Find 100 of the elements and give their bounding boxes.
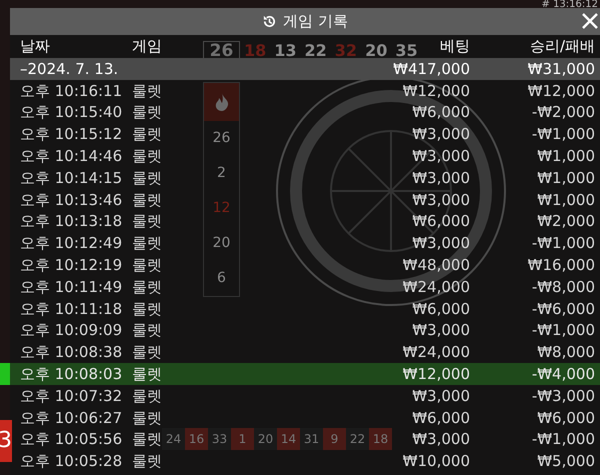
group-date: –2024. 7. 13. [20, 60, 118, 78]
row-result[interactable]: ₩1,000 [537, 168, 595, 187]
row-bet[interactable]: ₩10,000 [402, 452, 470, 470]
racetrack-number: 9 [323, 428, 346, 450]
row-game[interactable]: 룰렛 [132, 343, 162, 362]
row-time[interactable]: 오후 10:11:18 [20, 300, 122, 318]
row-result[interactable]: -₩1,000 [532, 430, 595, 448]
row-game[interactable]: 룰렛 [132, 300, 162, 318]
row-result[interactable]: ₩12,000 [528, 82, 595, 100]
row-game[interactable]: 룰렛 [132, 278, 162, 296]
row-result[interactable]: -₩4,000 [532, 365, 595, 384]
row-game[interactable]: 룰렛 [132, 430, 162, 448]
row-result[interactable]: ₩16,000 [528, 256, 595, 274]
racetrack-number: 18 [369, 428, 392, 450]
column-header: 베팅 [440, 37, 470, 56]
row-bet[interactable]: ₩6,000 [412, 212, 470, 230]
racetrack-number: 16 [185, 428, 208, 450]
row-result[interactable]: -₩2,000 [532, 103, 595, 122]
recent-result: 32 [334, 41, 358, 61]
row-result[interactable]: -₩1,000 [532, 125, 595, 144]
row-result[interactable]: ₩1,000 [537, 147, 595, 166]
row-time[interactable]: 오후 10:08:38 [20, 343, 122, 362]
row-bet[interactable]: ₩3,000 [412, 386, 470, 405]
hot-number: 2 [217, 164, 226, 183]
recent-result: 26 [203, 41, 240, 61]
recent-result: 22 [304, 41, 327, 61]
row-bet[interactable]: ₩6,000 [412, 103, 470, 122]
row-bet[interactable]: ₩48,000 [402, 256, 470, 274]
row-bet[interactable]: ₩3,000 [412, 190, 470, 209]
row-game[interactable]: 룰렛 [132, 365, 162, 384]
row-time[interactable]: 오후 10:05:28 [20, 452, 122, 470]
row-game[interactable]: 룰렛 [132, 321, 162, 340]
row-bet[interactable]: ₩3,000 [412, 321, 470, 340]
row-game[interactable]: 룰렛 [132, 452, 162, 470]
row-time[interactable]: 오후 10:14:46 [20, 147, 122, 166]
row-result[interactable]: -₩6,000 [532, 300, 595, 318]
group-bet-total: ₩417,000 [393, 60, 470, 78]
row-time[interactable]: 오후 10:15:40 [20, 103, 122, 122]
recent-result: 18 [244, 41, 266, 61]
row-bet[interactable]: ₩3,000 [412, 125, 470, 144]
row-time[interactable]: 오후 10:11:49 [20, 278, 122, 296]
row-result[interactable]: ₩1,000 [537, 190, 595, 209]
column-header: 승리/패배 [530, 37, 595, 56]
racetrack-number: 33 [208, 428, 231, 450]
row-result[interactable]: -₩1,000 [532, 234, 595, 252]
row-game[interactable]: 룰렛 [132, 147, 162, 166]
row-time[interactable]: 오후 10:15:12 [20, 125, 122, 144]
row-time[interactable]: 오후 10:08:03 [20, 365, 122, 384]
row-bet[interactable]: ₩24,000 [402, 343, 470, 362]
row-result[interactable]: -₩8,000 [532, 278, 595, 296]
column-header: 날짜 [20, 37, 50, 56]
row-bet[interactable]: ₩3,000 [412, 147, 470, 166]
row-game[interactable]: 룰렛 [132, 125, 162, 144]
row-game[interactable]: 룰렛 [132, 234, 162, 252]
row-time[interactable]: 오후 10:05:56 [20, 430, 122, 448]
row-game[interactable]: 룰렛 [132, 82, 162, 100]
row-time[interactable]: 오후 10:07:32 [20, 386, 122, 405]
row-result[interactable]: -₩3,000 [532, 386, 595, 405]
history-icon [262, 14, 278, 29]
recent-result: 13 [274, 41, 297, 61]
row-bet[interactable]: ₩3,000 [412, 168, 470, 187]
row-bet[interactable]: ₩6,000 [412, 300, 470, 318]
recent-result: 35 [395, 41, 418, 61]
row-bet[interactable]: ₩12,000 [402, 365, 470, 384]
row-bet[interactable]: ₩3,000 [412, 234, 470, 252]
row-bet[interactable]: ₩3,000 [412, 430, 470, 448]
racetrack-number: 31 [300, 428, 323, 450]
recent-result: 20 [365, 41, 388, 61]
dialog-title: 게임 기록 [283, 11, 348, 32]
row-bet[interactable]: ₩12,000 [402, 82, 470, 100]
row-game[interactable]: 룰렛 [132, 386, 162, 405]
row-time[interactable]: 오후 10:13:46 [20, 190, 122, 209]
row-time[interactable]: 오후 10:14:15 [20, 168, 122, 187]
row-result[interactable]: -₩1,000 [532, 321, 595, 340]
row-time[interactable]: 오후 10:12:49 [20, 234, 122, 252]
hot-number: 6 [217, 269, 226, 288]
row-time[interactable]: 오후 10:12:19 [20, 256, 122, 274]
row-time[interactable]: 오후 10:09:09 [20, 321, 122, 340]
row-game[interactable]: 룰렛 [132, 256, 162, 274]
row-game[interactable]: 룰렛 [132, 212, 162, 230]
row-bet[interactable]: ₩6,000 [412, 408, 470, 427]
column-header: 게임 [132, 37, 162, 56]
row-result[interactable]: ₩2,000 [537, 212, 595, 230]
racetrack-number: 20 [254, 428, 277, 450]
group-result-total: ₩31,000 [528, 60, 595, 78]
close-button[interactable] [580, 11, 600, 31]
row-result[interactable]: ₩6,000 [537, 408, 595, 427]
row-game[interactable]: 룰렛 [132, 103, 162, 122]
row-result[interactable]: ₩8,000 [537, 343, 595, 362]
row-time[interactable]: 오후 10:13:18 [20, 212, 122, 230]
row-game[interactable]: 룰렛 [132, 168, 162, 187]
row-game[interactable]: 룰렛 [132, 408, 162, 427]
hot-number: 12 [212, 199, 230, 218]
row-time[interactable]: 오후 10:06:27 [20, 408, 122, 427]
hot-number: 26 [212, 129, 230, 148]
last-result-tile: 3 [0, 420, 12, 462]
row-result[interactable]: ₩5,000 [537, 452, 595, 470]
row-bet[interactable]: ₩24,000 [402, 278, 470, 296]
row-game[interactable]: 룰렛 [132, 190, 162, 209]
row-time[interactable]: 오후 10:16:11 [20, 82, 122, 100]
